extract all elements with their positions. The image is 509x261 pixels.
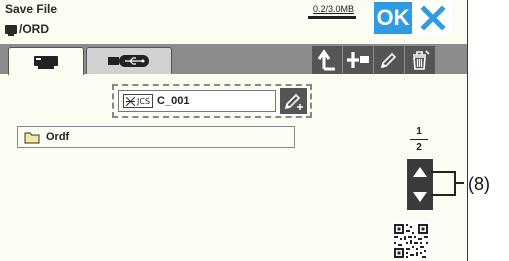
page-indicator: 1 2 bbox=[410, 126, 428, 153]
pencil-icon bbox=[380, 52, 397, 69]
close-icon bbox=[420, 5, 446, 31]
tab-usb[interactable] bbox=[86, 47, 172, 74]
qr-code bbox=[392, 222, 430, 260]
page-current: 1 bbox=[416, 126, 422, 137]
callout-leader bbox=[456, 182, 464, 184]
triangle-down-icon bbox=[413, 192, 427, 202]
triangle-up-icon bbox=[413, 167, 427, 177]
breadcrumb: /ORD bbox=[5, 22, 49, 36]
new-folder-button[interactable] bbox=[343, 46, 373, 74]
rename-button[interactable] bbox=[374, 46, 404, 74]
file-name-text: C_001 bbox=[157, 95, 190, 107]
file-name-box: JCS C_001 bbox=[112, 84, 312, 118]
up-folder-icon bbox=[317, 49, 335, 71]
capacity-bar bbox=[308, 16, 356, 19]
close-button[interactable] bbox=[414, 2, 452, 34]
file-type-label: JCS bbox=[137, 96, 151, 106]
callout-bracket bbox=[431, 171, 456, 196]
callout-label: (8) bbox=[468, 174, 490, 194]
machine-icon bbox=[5, 24, 17, 36]
page-divider bbox=[410, 139, 428, 140]
trash-icon bbox=[413, 50, 430, 70]
page-total: 2 bbox=[416, 142, 422, 153]
page-title: Save File bbox=[5, 2, 58, 16]
new-folder-icon bbox=[347, 52, 369, 68]
current-path: /ORD bbox=[19, 22, 49, 36]
delete-button[interactable] bbox=[405, 46, 435, 74]
machine-icon bbox=[34, 55, 58, 69]
ok-button[interactable]: OK bbox=[374, 2, 412, 34]
scroll-down-button[interactable] bbox=[407, 184, 433, 210]
folder-label: Ordf bbox=[46, 131, 70, 143]
pencil-plus-icon bbox=[284, 93, 303, 110]
file-name-field[interactable]: JCS C_001 bbox=[118, 90, 276, 112]
capacity-text: 0.2/3.0MB bbox=[313, 4, 355, 14]
usb-icon bbox=[108, 55, 149, 67]
save-file-screen: Save File /ORD 0.2/3.0MB OK JCS C_001 Or… bbox=[0, 0, 468, 261]
scroll-up-button[interactable] bbox=[407, 159, 433, 185]
pattern-icon bbox=[126, 96, 135, 106]
file-type-badge: JCS bbox=[123, 94, 154, 108]
tab-machine[interactable] bbox=[8, 47, 84, 75]
edit-name-button[interactable] bbox=[280, 88, 307, 114]
up-folder-button[interactable] bbox=[312, 46, 342, 74]
folder-icon bbox=[24, 132, 40, 143]
list-item[interactable]: Ordf bbox=[17, 126, 295, 148]
